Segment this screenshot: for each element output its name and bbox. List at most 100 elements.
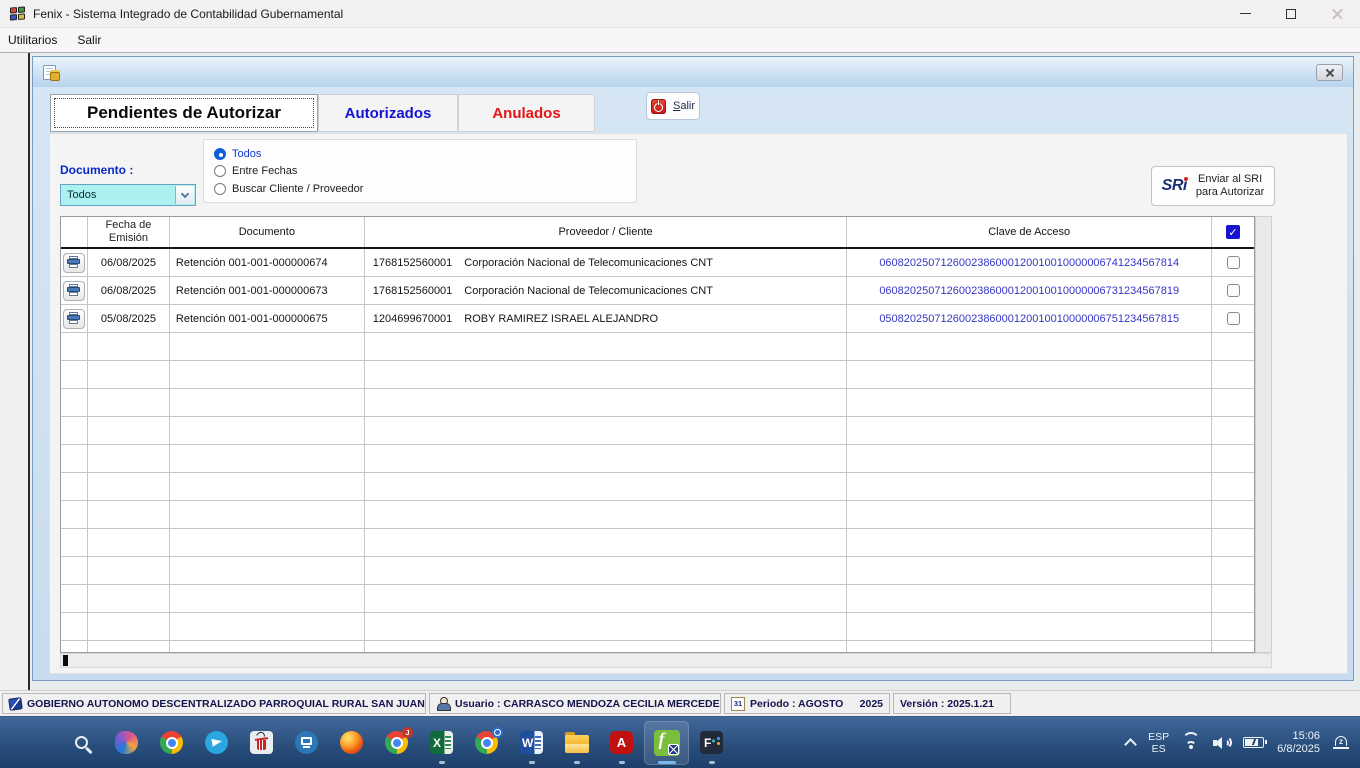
taskbar-uninstaller[interactable] (239, 721, 284, 765)
clock[interactable]: 15:066/8/2025 (1277, 730, 1320, 756)
select-cell (1212, 277, 1254, 304)
radio-buscar-cliente-label: Buscar Cliente / Proveedor (232, 183, 363, 195)
periodo-anio: 2025 (860, 698, 883, 710)
table-empty-row (61, 445, 1254, 473)
radio-buscar-cliente[interactable]: Buscar Cliente / Proveedor (214, 180, 626, 197)
mdi-left-strip (0, 53, 30, 690)
table-empty-row (61, 585, 1254, 613)
table-empty-row (61, 641, 1254, 653)
table-empty-row (61, 529, 1254, 557)
taskbar-copilot[interactable] (104, 721, 149, 765)
taskbar-fe-app[interactable]: F (689, 721, 734, 765)
sri-button-label: Enviar al SRI para Autorizar (1196, 173, 1264, 199)
filter-radio-group: Todos Entre Fechas Buscar Cliente / Prov… (203, 139, 637, 203)
running-indicator (709, 761, 715, 764)
menu-salir[interactable]: Salir (67, 28, 111, 52)
clave-cell: 0608202507126002386000120010010000006731… (847, 277, 1212, 304)
radio-selected-icon[interactable] (214, 148, 226, 160)
print-button[interactable] (63, 253, 85, 273)
taskbar-file-explorer[interactable] (554, 721, 599, 765)
fe-dark-app-icon: F (700, 731, 723, 754)
select-cell (1212, 249, 1254, 276)
table-empty-row (61, 361, 1254, 389)
fecha-cell: 06/08/2025 (88, 277, 170, 304)
header-clave: Clave de Acceso (847, 217, 1212, 247)
tab-autorizados[interactable]: Autorizados (318, 94, 458, 132)
enviar-sri-button[interactable]: SRi Enviar al SRI para Autorizar (1151, 166, 1275, 206)
salir-button[interactable]: Salir (646, 92, 700, 120)
vertical-scrollbar[interactable] (1255, 216, 1272, 653)
radio-entre-fechas[interactable]: Entre Fechas (214, 163, 626, 180)
radio-icon[interactable] (214, 165, 226, 177)
fecha-cell: 05/08/2025 (88, 305, 170, 332)
taskbar-chrome[interactable] (149, 721, 194, 765)
version-text: Versión : 2025.1.21 (900, 698, 994, 710)
taskbar-excel[interactable]: X (419, 721, 464, 765)
table-row[interactable]: 05/08/2025 Retención 001-001-000000675 1… (61, 305, 1254, 333)
tab-pendientes[interactable]: Pendientes de Autorizar (50, 94, 318, 132)
language-indicator[interactable]: ESPES (1148, 731, 1169, 755)
horizontal-scrollbar[interactable] (60, 653, 1272, 668)
running-indicator (529, 761, 535, 764)
taskbar-fenix-active[interactable]: f (644, 721, 689, 765)
print-cell (61, 277, 88, 304)
volume-icon[interactable] (1213, 736, 1230, 750)
radio-todos[interactable]: Todos (214, 145, 626, 162)
select-cell (1212, 305, 1254, 332)
statusbar-entity: GOBIERNO AUTONOMO DESCENTRALIZADO PARROQ… (2, 693, 426, 714)
chrome-devices-icon (475, 731, 498, 754)
row-checkbox[interactable] (1227, 284, 1240, 297)
header-print-column (61, 217, 88, 247)
taskbar-start[interactable] (14, 721, 59, 765)
print-button[interactable] (63, 309, 85, 329)
maximize-button[interactable] (1268, 0, 1314, 27)
ruc: 1768152560001 (373, 285, 453, 297)
menubar: Utilitarios Salir (0, 28, 1360, 52)
periodo-text: Periodo : AGOSTO (750, 698, 843, 710)
close-icon (1331, 7, 1344, 20)
mdi-area: Pendientes de Autorizar Autorizados Anul… (0, 52, 1360, 690)
radio-icon[interactable] (214, 183, 226, 195)
taskbar-remote-desktop[interactable] (284, 721, 329, 765)
wifi-icon[interactable] (1182, 736, 1200, 750)
taskbar: J X W A f F ESPES 15:066/8/2025 z (0, 716, 1360, 768)
documento-dropdown[interactable]: Todos (60, 184, 196, 206)
table-row[interactable]: 06/08/2025 Retención 001-001-000000673 1… (61, 277, 1254, 305)
radio-entre-fechas-label: Entre Fechas (232, 165, 297, 177)
select-all-checkbox[interactable]: ✓ (1226, 225, 1240, 239)
running-indicator (619, 761, 625, 764)
minimize-button[interactable] (1222, 0, 1268, 27)
statusbar-usuario: Usuario : CARRASCO MENDOZA CECILIA MERCE… (429, 693, 721, 714)
taskbar-word[interactable]: W (509, 721, 554, 765)
running-indicator (574, 761, 580, 764)
tab-anulados[interactable]: Anulados (458, 94, 595, 132)
table-row[interactable]: 06/08/2025 Retención 001-001-000000674 1… (61, 249, 1254, 277)
dropdown-button[interactable] (175, 186, 194, 204)
chrome-icon (160, 731, 183, 754)
taskbar-chrome-profile[interactable]: J (374, 721, 419, 765)
print-button[interactable] (63, 281, 85, 301)
notification-bell-icon[interactable]: z (1333, 735, 1350, 750)
row-checkbox[interactable] (1227, 312, 1240, 325)
taskbar-search[interactable] (59, 721, 104, 765)
row-checkbox[interactable] (1227, 256, 1240, 269)
table-empty-row (61, 501, 1254, 529)
taskbar-chrome-devices[interactable] (464, 721, 509, 765)
menu-utilitarios[interactable]: Utilitarios (0, 28, 67, 52)
proveedor-cell: 1768152560001 Corporación Nacional de Te… (365, 277, 848, 304)
window-title: Fenix - Sistema Integrado de Contabilida… (33, 7, 343, 21)
taskbar-telegram[interactable] (194, 721, 239, 765)
taskbar-firefox[interactable] (329, 721, 374, 765)
sri-logo: SRi (1162, 177, 1187, 195)
tray-chevron-up-icon[interactable] (1124, 738, 1137, 751)
ruc: 1768152560001 (373, 257, 453, 269)
battery-icon[interactable] (1243, 737, 1264, 748)
proveedor-cell: 1204699670001 ROBY RAMIREZ ISRAEL ALEJAN… (365, 305, 848, 332)
telegram-icon (205, 731, 228, 754)
close-button[interactable] (1314, 0, 1360, 27)
documents-table: Fecha deEmisión Documento Proveedor / Cl… (60, 216, 1255, 653)
word-icon: W (520, 731, 543, 754)
child-close-button[interactable] (1316, 64, 1343, 81)
taskbar-acrobat[interactable]: A (599, 721, 644, 765)
book-icon (8, 697, 23, 711)
